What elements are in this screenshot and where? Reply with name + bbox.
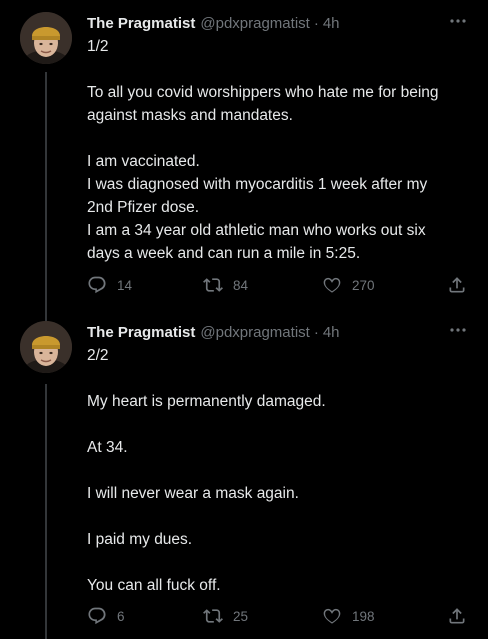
separator-dot: · <box>313 14 319 32</box>
share-button[interactable] <box>447 275 477 295</box>
retweet-button[interactable]: 84 <box>203 275 248 295</box>
text-line: 2nd Pfizer dose. <box>87 199 200 216</box>
tweet-header: The Pragmatist @pdxpragmatist · 4h <box>87 321 340 343</box>
retweet-icon <box>203 606 223 626</box>
text-line-blank <box>87 413 467 436</box>
text-line-blank <box>87 58 467 81</box>
text-line-blank <box>87 505 467 528</box>
tweet-header: The Pragmatist @pdxpragmatist · 4h <box>87 12 340 34</box>
separator-dot: · <box>313 323 319 341</box>
retweet-icon <box>203 275 223 295</box>
text-line-blank <box>87 127 467 150</box>
text-line: days a week and can run a mile in 5:25. <box>87 245 361 262</box>
reply-count: 14 <box>117 277 133 293</box>
tweet[interactable]: The Pragmatist @pdxpragmatist · 4h 2/2 M… <box>0 321 488 639</box>
text-line: 2/2 <box>87 347 109 364</box>
timestamp[interactable]: 4h <box>323 15 340 32</box>
text-line: My heart is permanently damaged. <box>87 393 326 410</box>
like-button[interactable]: 270 <box>322 275 375 295</box>
reply-button[interactable]: 14 <box>87 275 132 295</box>
text-line: I will never wear a mask again. <box>87 485 299 502</box>
share-icon <box>447 275 467 295</box>
share-button[interactable] <box>447 606 477 626</box>
retweet-button[interactable]: 25 <box>203 606 248 626</box>
tweet[interactable]: The Pragmatist @pdxpragmatist · 4h 1/2 T… <box>0 12 488 312</box>
reply-button[interactable]: 6 <box>87 606 125 626</box>
retweet-count: 25 <box>233 608 249 624</box>
text-line: You can all fuck off. <box>87 577 221 594</box>
author-handle[interactable]: @pdxpragmatist <box>200 324 309 341</box>
tweet-text: 1/2 To all you covid worshippers who hat… <box>87 35 467 265</box>
text-line-blank <box>87 459 467 482</box>
like-count: 270 <box>352 277 375 293</box>
text-line-blank <box>87 551 467 574</box>
text-line: To all you covid worshippers who hate me… <box>87 84 439 101</box>
like-icon <box>322 606 342 626</box>
text-line: I paid my dues. <box>87 531 193 548</box>
text-line: I am a 34 year old athletic man who work… <box>87 222 426 239</box>
more-icon[interactable] <box>449 327 467 333</box>
share-icon <box>447 606 467 626</box>
avatar[interactable] <box>20 321 72 373</box>
tweet-text: 2/2 My heart is permanently damaged. At … <box>87 344 467 597</box>
text-line-blank <box>87 367 467 390</box>
reply-icon <box>87 275 107 295</box>
author-handle[interactable]: @pdxpragmatist <box>200 15 309 32</box>
avatar[interactable] <box>20 12 72 64</box>
author-name[interactable]: The Pragmatist <box>87 15 195 32</box>
text-line: 1/2 <box>87 38 109 55</box>
author-name[interactable]: The Pragmatist <box>87 324 195 341</box>
text-line: I am vaccinated. <box>87 153 200 170</box>
like-button[interactable]: 198 <box>322 606 375 626</box>
more-icon[interactable] <box>449 18 467 24</box>
timestamp[interactable]: 4h <box>323 324 340 341</box>
reply-icon <box>87 606 107 626</box>
like-icon <box>322 275 342 295</box>
retweet-count: 84 <box>233 277 249 293</box>
text-line: At 34. <box>87 439 128 456</box>
like-count: 198 <box>352 608 375 624</box>
text-line: against masks and mandates. <box>87 107 293 124</box>
reply-count: 6 <box>117 608 125 624</box>
text-line: I was diagnosed with myocarditis 1 week … <box>87 176 428 193</box>
